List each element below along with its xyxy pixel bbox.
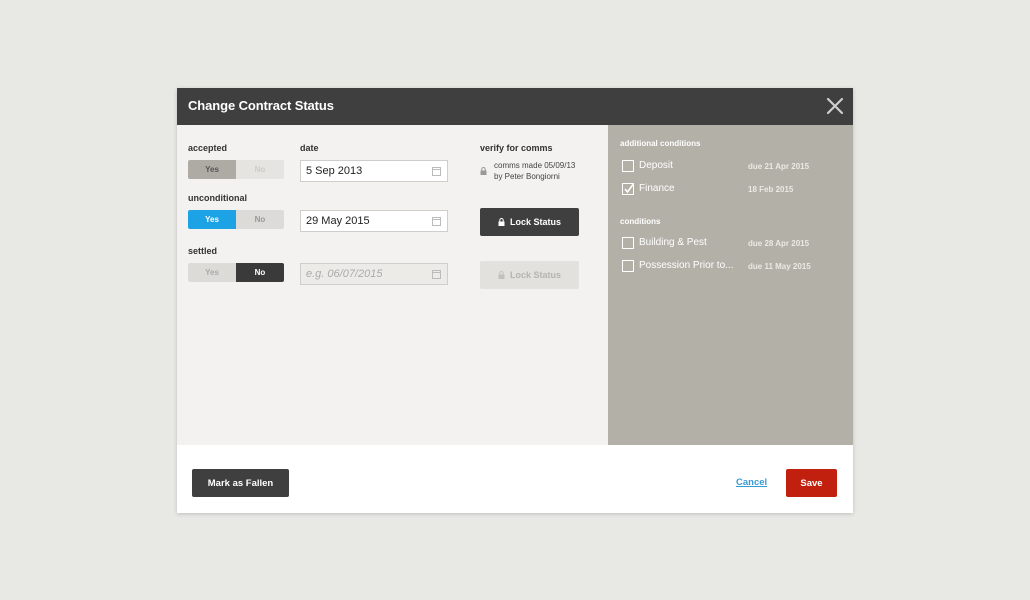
accepted-no-option[interactable]: No [236,160,284,179]
unconditional-yes-option[interactable]: Yes [188,210,236,229]
settled-toggle[interactable]: Yes No [188,263,284,282]
lock-icon [498,271,505,279]
lock-status-label: Lock Status [509,217,561,227]
save-button[interactable]: Save [786,469,837,497]
verify-comms-label: verify for comms [480,143,553,153]
modal-header: Change Contract Status [177,88,853,125]
unconditional-date-value: 29 May 2015 [306,215,370,227]
condition-row-finance: Finance 18 Feb 2015 [622,182,842,198]
lock-status-button-disabled: Lock Status [480,261,579,289]
close-icon[interactable] [825,96,845,116]
condition-due: due 11 May 2015 [748,262,811,271]
calendar-icon[interactable] [432,270,441,279]
status-fields-pane: accepted Yes No date 5 Sep 2013 uncondit… [177,125,608,445]
condition-due: due 21 Apr 2015 [748,162,810,171]
settled-yes-option[interactable]: Yes [188,263,236,282]
possession-checkbox[interactable] [622,260,634,272]
accepted-toggle[interactable]: Yes No [188,160,284,179]
condition-due: 18 Feb 2015 [748,185,794,194]
lock-status-disabled-label: Lock Status [509,270,561,280]
cancel-link[interactable]: Cancel [736,477,767,488]
condition-row-possession: Possession Prior to... due 11 May 2015 [622,259,842,275]
unconditional-toggle[interactable]: Yes No [188,210,284,229]
modal-title: Change Contract Status [188,98,334,113]
checkmark-icon [624,184,634,194]
lock-icon [498,218,505,226]
additional-conditions-heading: additional conditions [620,139,701,148]
lock-icon [480,167,487,175]
condition-name: Building & Pest [639,237,707,248]
modal-body: accepted Yes No date 5 Sep 2013 uncondit… [177,125,853,445]
unconditional-no-option[interactable]: No [236,210,284,229]
settled-date-input[interactable]: e.g. 06/07/2015 [300,263,448,285]
mark-as-fallen-button[interactable]: Mark as Fallen [192,469,289,497]
lock-status-button[interactable]: Lock Status [480,208,579,236]
comms-by-text: by Peter Bongiorni [494,172,560,181]
deposit-checkbox[interactable] [622,160,634,172]
condition-row-deposit: Deposit due 21 Apr 2015 [622,159,842,175]
conditions-heading: conditions [620,217,661,226]
condition-name: Finance [639,183,675,194]
accepted-date-input[interactable]: 5 Sep 2013 [300,160,448,182]
accepted-yes-option[interactable]: Yes [188,160,236,179]
condition-due: due 28 Apr 2015 [748,239,810,248]
unconditional-date-input[interactable]: 29 May 2015 [300,210,448,232]
settled-label: settled [188,246,218,256]
condition-name: Possession Prior to... [639,260,734,271]
calendar-icon[interactable] [432,217,441,226]
conditions-pane: additional conditions Deposit due 21 Apr… [608,125,853,445]
condition-name: Deposit [639,160,673,171]
unconditional-label: unconditional [188,193,247,203]
settled-date-placeholder: e.g. 06/07/2015 [306,268,383,280]
settled-no-option[interactable]: No [236,263,284,282]
accepted-label: accepted [188,143,228,153]
change-contract-status-modal: Change Contract Status accepted Yes No d… [177,88,853,513]
date-label: date [300,143,319,153]
accepted-date-value: 5 Sep 2013 [306,165,363,177]
finance-checkbox[interactable] [622,183,634,195]
calendar-icon[interactable] [432,167,441,176]
building-pest-checkbox[interactable] [622,237,634,249]
comms-made-text: comms made 05/09/13 [494,161,576,170]
condition-row-building-pest: Building & Pest due 28 Apr 2015 [622,236,842,252]
